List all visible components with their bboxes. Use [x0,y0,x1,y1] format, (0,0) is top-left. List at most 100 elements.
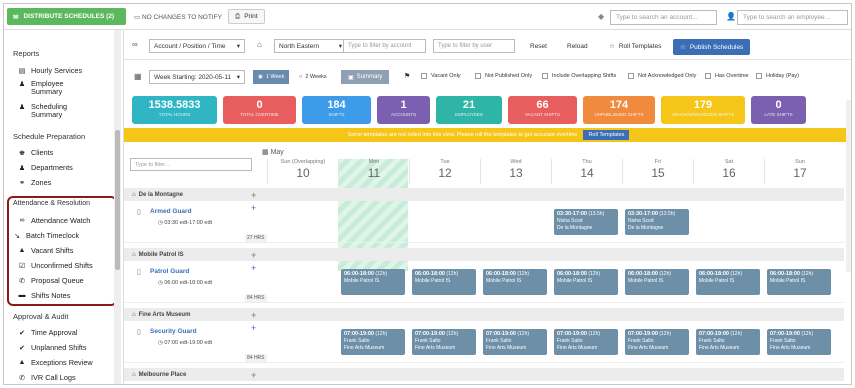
two-weeks-toggle[interactable]: ○ 2 Weeks [293,70,333,84]
account-search-input[interactable]: Type to search an account... [610,10,717,25]
shift-card-account: Mobile Patrol IS [699,278,735,285]
user-filter-input[interactable]: Type to filter by user [433,39,515,53]
roll-templates-button[interactable]: ☆ Roll Templates [603,39,667,53]
add-icon[interactable]: + [251,370,256,380]
sidebar-item-ivr-call-logs[interactable]: ✆ IVR Call Logs [18,373,76,382]
vacant-only-label: Vacant Only [431,73,461,79]
sidebar: Reports ▤ Hourly Services ♟ Employee Summa… [4,30,124,384]
stat-value: 179 [693,99,713,111]
shift-card[interactable]: 03:30-17:00 (13.5h) Nisha Scod De la Monta… [625,209,689,235]
add-shift-icon[interactable]: + [251,323,256,333]
sidebar-item-label: Exceptions Review [31,358,93,367]
week-select-value: Week Starting: 2020-05-11 [154,73,232,81]
has-overtime-checkbox[interactable]: Has Overtime [705,73,749,79]
shift-card[interactable]: 07:00-19:00 (12h) Frank Salto Fine Arts Mu… [767,329,831,355]
shift-card[interactable]: 03:30-17:00 (13.5h) Nisha Scod De la Monta… [554,209,618,235]
position-time: ◷ 07:00 edt-19:00 edt [158,340,213,346]
summary-button[interactable]: ▣ Summary [341,70,390,84]
shift-card-account: Fine Arts Museum [344,345,385,352]
sidebar-item-unplanned-shifts[interactable]: ✔ Unplanned Shifts [18,343,87,352]
account-name: Melbourne Place [138,371,187,378]
print-button[interactable]: ⎙ Print [228,9,265,24]
region-select[interactable]: North Eastern ▾ [274,39,347,53]
shift-card[interactable]: 06:00-18:00 (12h) Mobile Patrol IS [767,269,831,295]
add-shift-icon[interactable]: + [251,263,256,273]
stat-tile[interactable]: 0 TOTAL OVERTIME [223,96,296,124]
employee-search-input[interactable]: Type to search an employee... [737,10,848,25]
sidebar-item-scheduling-summary[interactable]: ♟ Scheduling Summary [18,102,91,119]
one-week-toggle[interactable]: ◉ 1 Week [253,70,290,84]
binoculars-icon: ⚭ [19,179,25,187]
reload-button[interactable]: Reload [561,39,594,53]
person-icon: ♟ [18,104,26,111]
check-icon: ✔ [19,329,25,337]
publish-schedules-button[interactable]: ☆ Publish Schedules [673,39,751,55]
holiday-pay-checkbox[interactable]: Holiday (Pay) [756,73,799,79]
include-overlapping-checkbox[interactable]: Include Overlapping Shifts [542,73,616,79]
shift-card-time: 07:00-19:00 [557,331,587,337]
shift-card-account: Fine Arts Museum [415,345,456,352]
account-filter-input[interactable]: Type to filter by account [343,39,426,53]
calendar-filter-input[interactable]: Type to filter... [130,158,252,171]
shift-card[interactable]: 06:00-18:00 (12h) Mobile Patrol IS [696,269,760,295]
add-shift-icon[interactable]: + [251,203,256,213]
vacant-only-checkbox[interactable]: Vacant Only [421,73,461,79]
sidebar-item-hourly-services[interactable]: ▤ Hourly Services [18,66,82,75]
radio-icon: ◉ [258,74,263,80]
shift-card[interactable]: 07:00-19:00 (12h) Frank Salto Fine Arts Mu… [696,329,760,355]
account-group-header[interactable]: ⌂ Melbourne Place + [124,368,844,381]
position-name[interactable]: Armed Guard [150,208,192,215]
add-icon[interactable]: + [251,250,256,260]
shift-card[interactable]: 07:00-19:00 (12h) Frank Salto Fine Arts Mu… [341,329,405,355]
stat-tile[interactable]: 179 UNACKNOWLEDGED SHIFTS [661,96,745,124]
sidebar-scrollbar[interactable] [114,30,121,384]
account-group-header[interactable]: ⌂ Fine Arts Museum + [124,308,844,321]
shift-card[interactable]: 07:00-19:00 (12h) Frank Salto Fine Arts Mu… [554,329,618,355]
reset-button[interactable]: Reset [524,39,553,53]
week-select[interactable]: Week Starting: 2020-05-11 ▾ [149,70,245,84]
view-select[interactable]: Account / Position / Time ▾ [149,39,245,53]
sidebar-item-time-approval[interactable]: ✔ Time Approval [18,328,77,337]
shift-card-employee: Frank Salto [415,338,441,345]
shift-card[interactable]: 06:00-18:00 (12h) Mobile Patrol IS [341,269,405,295]
add-icon[interactable]: + [251,190,256,200]
not-published-only-checkbox[interactable]: Not Published Only [475,73,532,79]
shift-card[interactable]: 06:00-18:00 (12h) Mobile Patrol IS [554,269,618,295]
stats-bar: 1538.5833 TOTAL HOURS 0 TOTAL OVERTIME 184 SH… [132,96,851,126]
day-header: Sat 16 [693,159,764,184]
stat-tile[interactable]: 184 SHIFTS [302,96,371,124]
position-name[interactable]: Patrol Guard [150,268,189,275]
banner-roll-templates-button[interactable]: Roll Templates [583,130,630,140]
account-group-header[interactable]: ⌂ Mobile Patrol IS + [124,248,844,261]
shift-card-time: 07:00-19:00 [699,331,729,337]
stat-tile[interactable]: 1 ACCOUNTS [377,96,430,124]
stat-tile[interactable]: 21 EMPLOYEES [436,96,502,124]
shift-card[interactable]: 07:00-19:00 (12h) Frank Salto Fine Arts Mu… [412,329,476,355]
not-acknowledged-checkbox[interactable]: Not Acknowledged Only [628,73,696,79]
stat-tile[interactable]: 174 UNPUBLISHED SHIFTS [583,96,655,124]
shift-card-time: 07:00-19:00 [415,331,445,337]
shift-card-time: 06:00-18:00 [344,271,374,277]
stat-tile[interactable]: 0 LATE SHIFTS [751,96,806,124]
add-icon[interactable]: + [251,310,256,320]
sidebar-item-zones[interactable]: ⚭ Zones [18,178,51,187]
account-group-header[interactable]: ⌂ De la Montagne + [124,188,844,201]
shift-card-time: 06:00-18:00 [699,271,729,277]
calendar-icon: ▦ [134,72,142,81]
calendar-scrollbar[interactable] [846,100,851,272]
position-name[interactable]: Security Guard [150,328,197,335]
sidebar-item-departments[interactable]: ♟ Departments [18,163,73,172]
shift-card[interactable]: 06:00-18:00 (12h) Mobile Patrol IS [412,269,476,295]
sidebar-item-employee-summary[interactable]: ♟ Employee Summary [18,79,91,96]
shift-card[interactable]: 07:00-19:00 (12h) Frank Salto Fine Arts Mu… [625,329,689,355]
shift-card[interactable]: 06:00-18:00 (12h) Mobile Patrol IS [625,269,689,295]
sidebar-item-exceptions-review[interactable]: ▲ Exceptions Review [18,358,93,367]
distribute-schedules-button[interactable]: ✉ DISTRIBUTE SCHEDULES (2) [7,8,126,25]
sidebar-item-clients[interactable]: ♚ Clients [18,148,53,157]
scrollbar-thumb[interactable] [115,130,120,270]
shift-card[interactable]: 06:00-18:00 (12h) Mobile Patrol IS [483,269,547,295]
stat-tile[interactable]: 1538.5833 TOTAL HOURS [132,96,217,124]
stat-tile[interactable]: 66 VACANT SHIFTS [508,96,577,124]
day-name: Sat [724,159,734,165]
shift-card[interactable]: 07:00-19:00 (12h) Frank Salto Fine Arts Mu… [483,329,547,355]
